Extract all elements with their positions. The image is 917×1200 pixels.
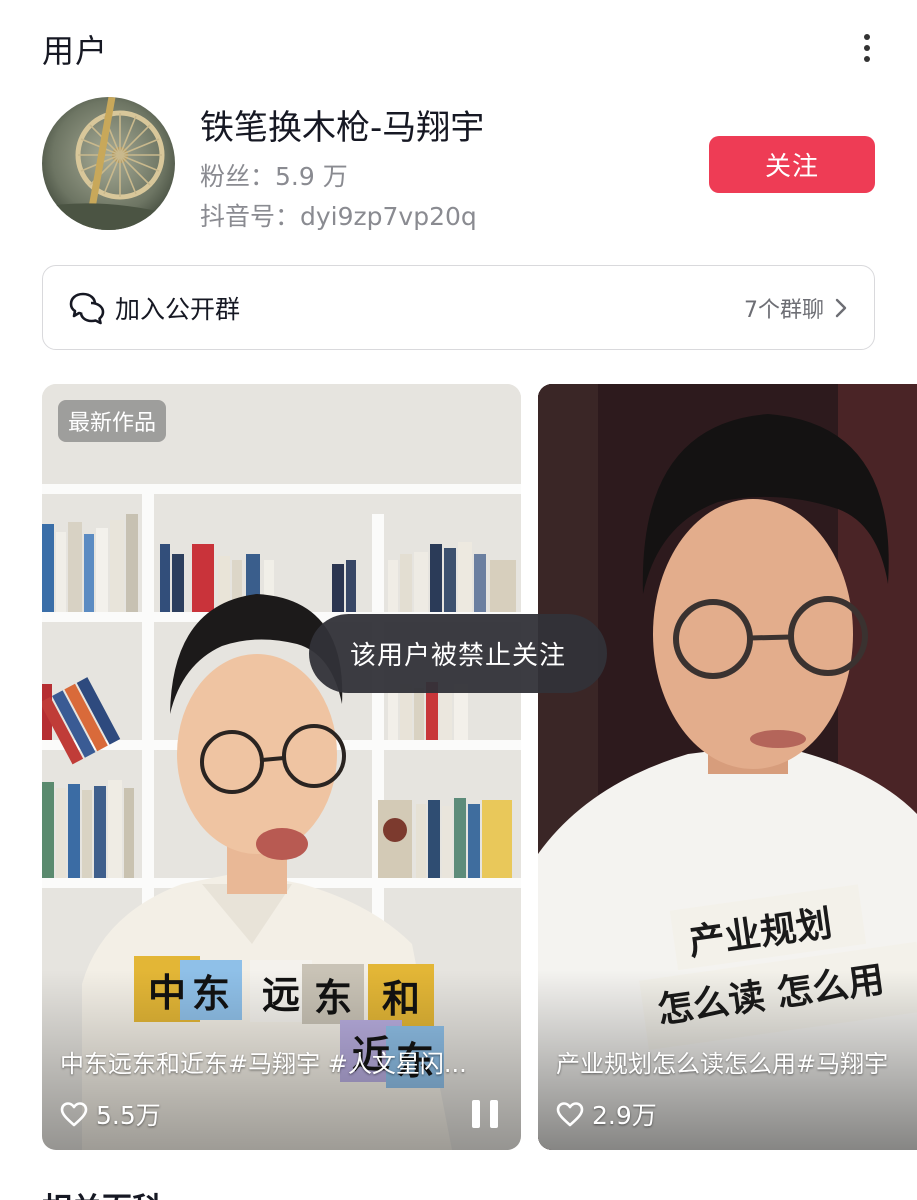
video-title: 产业规划怎么读怎么用#马翔宇 [556, 1050, 889, 1078]
search-result-page: 用户 铁笔换木枪-马翔宇 粉丝：5.9 万 抖音号：dyi9zp7vp20q 关… [0, 0, 917, 1200]
video-card[interactable]: 产业规划 怎么读 怎么用 产业规划怎么读怎么用#马翔宇 2.9万 [538, 384, 917, 1150]
pause-icon[interactable] [472, 1100, 498, 1128]
like-count-text: 5.5万 [96, 1101, 161, 1130]
video-thumbnail [42, 384, 521, 1150]
latest-works-badge: 最新作品 [58, 400, 167, 442]
related-encyclopedia-heading: 相关百科 [42, 1184, 162, 1200]
heart-icon [60, 1102, 88, 1127]
like-count: 5.5万 [60, 1096, 161, 1132]
join-group-label: 加入公开群 [115, 294, 241, 324]
fans-count: 粉丝：5.9 万 [200, 162, 348, 191]
chat-bubbles-icon [69, 292, 105, 324]
video-card[interactable]: 中 东 远 东 和 近 东 最新作品 中东远东和近东#马翔宇 #人文星闪... … [42, 384, 521, 1150]
douyin-id: 抖音号：dyi9zp7vp20q [200, 202, 477, 231]
user-name[interactable]: 铁笔换木枪-马翔宇 [200, 100, 484, 149]
like-count-text: 2.9万 [592, 1101, 657, 1130]
like-count: 2.9万 [556, 1096, 657, 1132]
heart-icon [556, 1102, 584, 1127]
sticker-char: 和 [381, 975, 420, 1021]
follow-button[interactable]: 关注 [709, 136, 875, 193]
section-title: 用户 [42, 32, 109, 70]
more-vertical-icon[interactable] [852, 30, 882, 66]
chevron-right-icon [835, 298, 847, 317]
video-title: 中东远东和近东#马翔宇 #人文星闪... [60, 1050, 467, 1078]
sticker-char: 东 [191, 970, 230, 1016]
group-count: 7个群聊 [744, 297, 824, 323]
sticker-char: 东 [313, 974, 352, 1020]
join-group-card[interactable]: 加入公开群 7个群聊 [42, 265, 875, 350]
toast-message: 该用户被禁止关注 [309, 614, 607, 693]
avatar[interactable] [42, 97, 175, 230]
